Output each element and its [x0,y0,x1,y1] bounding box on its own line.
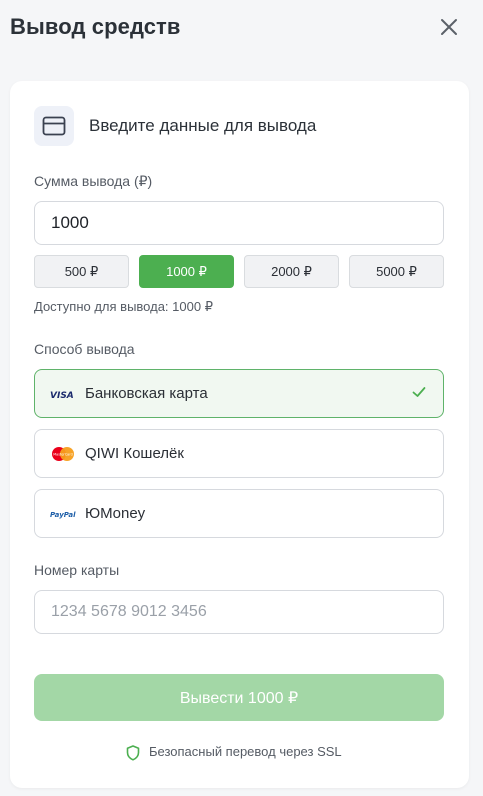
page-title: Вывод средств [10,14,181,39]
method-option-qiwi[interactable]: MasterCard QIWI Кошелёк [34,429,444,478]
paypal-logo: PayPal [50,511,76,519]
preset-500-button[interactable]: 500 ₽ [34,255,129,288]
credit-card-icon [42,116,66,136]
card-header-icon-box [34,106,74,146]
amount-presets: 500 ₽ 1000 ₽ 2000 ₽ 5000 ₽ [34,255,445,288]
preset-2000-button[interactable]: 2000 ₽ [244,255,339,288]
security-text: Безопасный перевод через SSL [149,744,342,759]
method-name: Банковская карта [85,385,208,402]
method-label: Способ вывода [34,341,135,357]
checkmark-icon [412,387,426,397]
method-name: ЮMoney [85,505,146,522]
security-note: Безопасный перевод через SSL [10,743,469,763]
card-number-input[interactable] [34,590,444,634]
close-icon [441,19,457,35]
card-number-label: Номер карты [34,562,120,578]
page-header: Вывод средств [0,0,483,60]
svg-text:MasterCard: MasterCard [53,453,73,457]
amount-label: Сумма вывода (₽) [34,173,153,189]
method-option-bank-card[interactable]: VISA Банковская карта [34,369,444,418]
close-button[interactable] [436,14,462,40]
preset-5000-button[interactable]: 5000 ₽ [349,255,444,288]
amount-input[interactable] [34,201,444,245]
shield-icon [126,745,140,761]
withdrawal-card: Введите данные для вывода Сумма вывода (… [10,81,469,788]
card-heading: Введите данные для вывода [89,116,317,135]
available-amount: Доступно для вывода: 1000 ₽ [34,299,213,314]
card-header: Введите данные для вывода [34,106,434,146]
method-name: QIWI Кошелёк [85,445,184,462]
preset-1000-button[interactable]: 1000 ₽ [139,255,234,288]
svg-text:PayPal: PayPal [50,511,76,519]
method-option-yumoney[interactable]: PayPal ЮMoney [34,489,444,538]
mastercard-logo: MasterCard [52,447,74,461]
visa-logo: VISA [50,391,74,401]
withdraw-button[interactable]: Вывести 1000 ₽ [34,674,444,721]
svg-text:VISA: VISA [50,391,74,401]
